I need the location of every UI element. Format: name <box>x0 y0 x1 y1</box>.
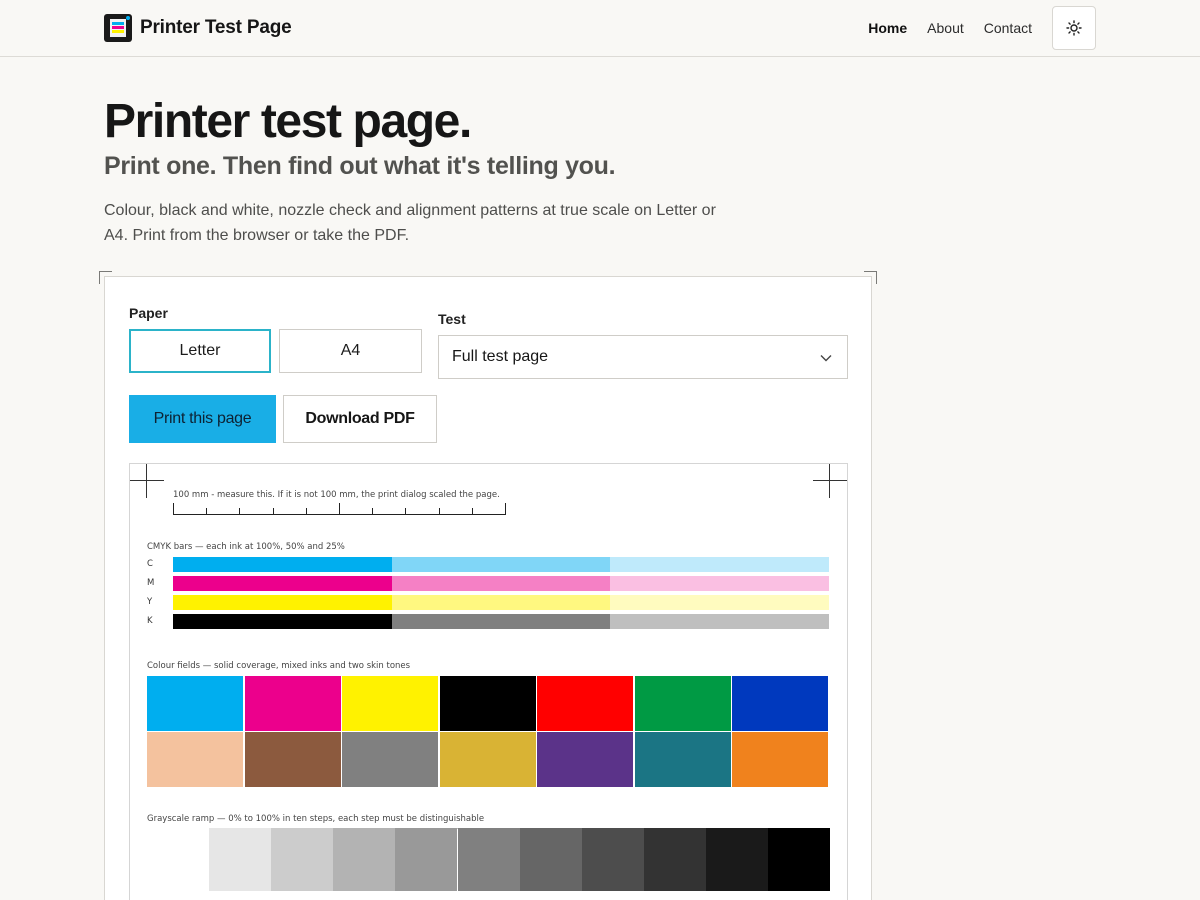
chevron-down-icon <box>820 355 832 362</box>
page-title: Printer test page. <box>104 95 472 148</box>
grayscale-step <box>147 828 209 891</box>
test-page-card: Paper Letter A4 Test Full test page Prin… <box>104 276 872 900</box>
top-bar: Printer Test Page Home About Contact <box>0 0 1200 57</box>
cmyk-bar <box>610 557 829 572</box>
grayscale-step <box>768 828 830 891</box>
colour-swatch <box>634 676 731 731</box>
grayscale-step <box>705 828 768 891</box>
colour-swatch <box>732 732 828 787</box>
cmyk-bar <box>610 614 829 629</box>
cmyk-bar <box>391 576 610 591</box>
grayscale-step <box>395 828 458 891</box>
colour-swatch <box>537 676 633 731</box>
ruler-tick <box>305 508 307 514</box>
cmyk-row-label: M <box>147 578 155 588</box>
grayscale-step <box>643 828 706 891</box>
grayscale-step <box>457 828 520 891</box>
cmyk-bar <box>610 576 829 591</box>
cmyk-row-c: C <box>147 557 830 572</box>
cmyk-row-label: K <box>147 616 153 626</box>
test-page-preview: 100 mm - measure this. If it is not 100 … <box>129 463 848 900</box>
cmyk-bar <box>173 557 392 572</box>
grayscale-step <box>209 828 272 891</box>
cmyk-row-label: C <box>147 559 153 569</box>
ruler-tick <box>339 503 340 514</box>
paper-label: Paper <box>129 305 168 321</box>
theme-toggle-button[interactable] <box>1052 6 1096 50</box>
colour-swatch <box>732 676 828 731</box>
cmyk-bar <box>391 614 610 629</box>
registration-mark-right <box>813 464 847 498</box>
printer-logo-icon <box>104 14 132 42</box>
ruler-tick <box>206 508 208 514</box>
cmyk-bar <box>173 595 392 610</box>
grayscale-step <box>519 828 582 891</box>
colour-swatch <box>342 676 438 731</box>
grayscale-caption: Grayscale ramp — 0% to 100% in ten steps… <box>147 814 485 824</box>
test-type-select[interactable]: Full test page <box>438 335 848 379</box>
colour-swatch <box>634 732 731 787</box>
cmyk-row-label: Y <box>147 597 153 607</box>
test-label: Test <box>438 311 466 327</box>
ruler-tick <box>438 508 440 514</box>
download-pdf-button[interactable]: Download PDF <box>283 395 437 443</box>
page-description: Colour, black and white, nozzle check an… <box>104 202 716 244</box>
cmyk-bar <box>610 595 829 610</box>
cmyk-row-m: M <box>147 576 830 591</box>
page-subtitle: Print one. Then find out what it's telli… <box>104 152 616 180</box>
test-type-value: Full test page <box>452 348 549 365</box>
ruler-tick <box>173 503 174 514</box>
nav-about[interactable]: About <box>927 20 964 36</box>
sun-icon <box>1066 20 1082 36</box>
cmyk-bar <box>173 576 392 591</box>
cmyk-caption: CMYK bars — each ink at 100%, 50% and 25… <box>147 542 345 552</box>
colour-swatch <box>537 732 633 787</box>
cmyk-bar <box>173 614 392 629</box>
paper-option-letter[interactable]: Letter <box>129 329 271 373</box>
paper-option-a4[interactable]: A4 <box>279 329 422 373</box>
cmyk-bar <box>391 557 610 572</box>
brand-name: Printer Test Page <box>140 17 292 38</box>
ruler-tick <box>272 508 274 514</box>
colour-swatch <box>342 732 438 787</box>
colour-swatch <box>244 676 341 731</box>
colour-fields-caption: Colour fields — solid coverage, mixed in… <box>147 661 411 671</box>
ruler-tick <box>471 508 473 514</box>
colour-swatch <box>439 676 536 731</box>
cmyk-bar <box>391 595 610 610</box>
cmyk-row-y: Y <box>147 595 830 610</box>
grayscale-step <box>271 828 334 891</box>
nav-home[interactable]: Home <box>868 20 907 36</box>
cmyk-row-k: K <box>147 614 830 629</box>
print-button[interactable]: Print this page <box>129 395 276 443</box>
ruler-tick <box>405 508 407 514</box>
colour-swatch <box>244 732 341 787</box>
scale-ruler <box>173 503 506 515</box>
colour-swatch <box>147 732 243 787</box>
ruler-caption: 100 mm - measure this. If it is not 100 … <box>173 490 500 500</box>
ruler-tick <box>372 508 374 514</box>
registration-mark-left <box>130 464 164 498</box>
nav-contact[interactable]: Contact <box>984 20 1032 36</box>
ruler-tick <box>239 508 241 514</box>
colour-swatch <box>439 732 536 787</box>
colour-swatch <box>147 676 243 731</box>
main-nav: Home About Contact <box>868 6 1096 50</box>
brand-link[interactable]: Printer Test Page <box>104 14 292 42</box>
ruler-tick <box>505 503 506 514</box>
grayscale-step <box>581 828 644 891</box>
grayscale-step <box>333 828 396 891</box>
